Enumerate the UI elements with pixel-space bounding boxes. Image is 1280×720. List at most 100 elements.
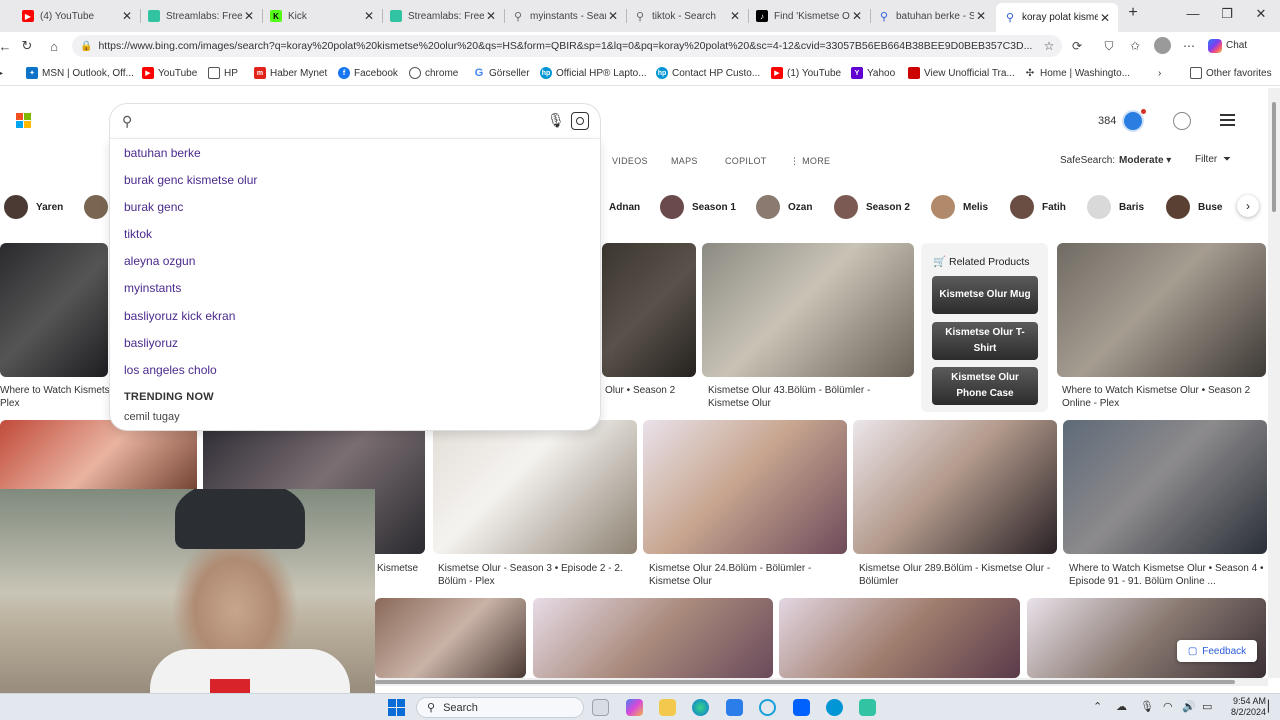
image-result[interactable] <box>375 598 526 678</box>
tab-batuhan-search[interactable]: ⚲ batuhan berke - Sea ✕ <box>870 4 994 28</box>
image-caption[interactable]: Kismetse Olur 43.Bölüm - Bölümler - Kisme… <box>708 384 870 410</box>
suggestion-item[interactable]: burak genc kismetse olur <box>124 173 257 187</box>
close-icon[interactable]: ✕ <box>850 9 864 23</box>
tab-tiktok[interactable]: ♪ Find 'Kismetse Olur ✕ <box>748 4 870 28</box>
close-icon[interactable]: ✕ <box>974 9 988 23</box>
chevron-right-icon[interactable]: › <box>1237 195 1259 217</box>
tab-streamlabs[interactable]: Streamlabs: Free Li ✕ <box>140 4 262 28</box>
minimize-icon[interactable]: — <box>1178 6 1208 21</box>
home-icon[interactable]: ⌂ <box>45 37 63 55</box>
image-caption[interactable]: Kismetse Olur 289.Bölüm - Kismetse Olur … <box>859 562 1050 588</box>
more-options-icon[interactable]: ⋯ <box>1180 37 1198 55</box>
image-caption[interactable]: Kismetse Olur - Season 3 • Episode 2 - 2… <box>438 562 623 588</box>
streamlabs-icon[interactable] <box>859 699 876 716</box>
microphone-icon[interactable]: 🎙 <box>547 112 565 129</box>
hp-icon[interactable] <box>826 699 843 716</box>
favorites-icon[interactable]: ✩ <box>1126 37 1144 55</box>
tab-streamlabs-2[interactable]: Streamlabs: Free Liv ✕ <box>382 4 504 28</box>
volume-icon[interactable]: 🔊 <box>1182 700 1196 713</box>
nav-more[interactable]: ⋮ MORE <box>790 156 830 167</box>
profile-avatar[interactable] <box>1154 37 1171 54</box>
feedback-button[interactable]: ▢ Feedback <box>1177 640 1257 662</box>
fav-chrome[interactable]: chrome <box>409 66 458 80</box>
image-result[interactable] <box>602 243 696 377</box>
tab-kick[interactable]: K Kick ✕ <box>262 4 382 28</box>
related-product-phone-case[interactable]: Kismetse Olur Phone Case <box>932 367 1038 405</box>
refresh-icon[interactable]: ↻ <box>18 37 36 55</box>
battery-icon[interactable]: ▭ <box>1202 700 1212 713</box>
edge-icon[interactable] <box>692 699 709 716</box>
suggestion-item[interactable]: los angeles cholo <box>124 363 217 377</box>
chip-season-2[interactable]: Season 2 <box>834 194 910 220</box>
chip-ozan[interactable]: Ozan <box>756 194 812 220</box>
suggestion-item[interactable]: burak genc <box>124 200 183 214</box>
close-icon[interactable]: ✕ <box>362 9 376 23</box>
image-result[interactable] <box>779 598 1020 678</box>
fav-mynet[interactable]: m Haber Mynet <box>254 66 327 80</box>
image-result[interactable] <box>853 420 1057 554</box>
chip-melis[interactable]: Melis <box>931 194 988 220</box>
fav-facebook[interactable]: f Facebook <box>338 66 398 80</box>
user-icon[interactable] <box>1173 112 1191 130</box>
image-result[interactable] <box>702 243 914 377</box>
copilot-taskbar-icon[interactable] <box>626 699 643 716</box>
close-icon[interactable]: ✕ <box>728 9 742 23</box>
nav-maps[interactable]: MAPS <box>671 156 698 166</box>
microphone-icon[interactable]: 🎙 <box>1140 700 1154 713</box>
visual-search-icon[interactable] <box>571 112 589 130</box>
suggestion-item[interactable]: myinstants <box>124 281 181 295</box>
image-caption[interactable]: Where to Watch Kismetse Olur • Season 2 O… <box>1062 384 1250 410</box>
extensions-icon[interactable]: ⟳ <box>1068 37 1086 55</box>
image-result[interactable] <box>0 420 197 500</box>
search-input[interactable] <box>146 112 526 132</box>
close-icon[interactable]: ✕ <box>120 9 134 23</box>
taskbar-search[interactable]: ⚲ Search <box>416 697 584 718</box>
image-caption[interactable]: Kismetse Olur 24.Bölüm - Bölümler - Kisme… <box>649 562 811 588</box>
chip-fatih[interactable]: Fatih <box>1010 194 1066 220</box>
fav-msn[interactable]: ✦ MSN | Outlook, Off... <box>26 66 134 80</box>
file-explorer-icon[interactable] <box>659 699 676 716</box>
new-tab-button[interactable]: + <box>1118 4 1148 22</box>
favorites-overflow[interactable]: ▸ <box>0 66 3 80</box>
tab-youtube[interactable]: ▶ (4) YouTube ✕ <box>14 4 140 28</box>
task-view-icon[interactable] <box>592 699 609 716</box>
image-result[interactable] <box>643 420 847 554</box>
fav-yahoo[interactable]: Y Yahoo <box>851 66 895 80</box>
browser-essentials-icon[interactable]: ⛉ <box>1100 37 1118 55</box>
close-icon[interactable]: ✕ <box>242 9 256 23</box>
notification-icon[interactable]: ▏ <box>1268 700 1276 713</box>
chevron-right-icon[interactable]: › <box>1158 66 1161 80</box>
chip-baris[interactable]: Baris <box>1087 194 1144 220</box>
suggestion-item[interactable]: aleyna ozgun <box>124 254 195 268</box>
suggestion-item[interactable]: basliyoruz <box>124 336 178 350</box>
other-favorites[interactable]: Other favorites <box>1190 66 1272 80</box>
chip-season-1[interactable]: Season 1 <box>660 194 736 220</box>
image-caption[interactable]: Olur • Season 2 <box>605 384 675 397</box>
image-result[interactable] <box>1057 243 1266 377</box>
nav-videos[interactable]: VIDEOS <box>612 156 648 166</box>
trending-item[interactable]: cemil tugay <box>124 411 180 423</box>
suggestion-item[interactable]: batuhan berke <box>124 146 201 160</box>
cloud-icon[interactable]: ☁ <box>1116 700 1127 713</box>
fav-hp-folder[interactable]: HP <box>208 66 238 80</box>
back-icon[interactable]: ← <box>0 37 14 55</box>
clock[interactable]: 9:54 AM 8/2/2024 <box>1226 696 1266 718</box>
suggestion-item[interactable]: tiktok <box>124 227 152 241</box>
wifi-icon[interactable]: ◠ <box>1163 700 1173 713</box>
fav-hp-laptops[interactable]: hp Official HP® Lapto... <box>540 66 647 80</box>
fav-washington[interactable]: ✣ Home | Washingto... <box>1024 66 1130 80</box>
chevron-up-icon[interactable]: ⌃ <box>1093 700 1102 713</box>
tab-myinstants-search[interactable]: ⚲ myinstants - Search ✕ <box>504 4 626 28</box>
store-icon[interactable] <box>726 699 743 716</box>
maximize-icon[interactable]: ❐ <box>1212 6 1242 22</box>
fav-gorseller[interactable]: G Görseller <box>473 66 530 80</box>
image-result[interactable] <box>0 243 108 377</box>
close-icon[interactable]: ✕ <box>606 9 620 23</box>
related-product-mug[interactable]: Kismetse Olur Mug <box>932 276 1038 314</box>
dropbox-icon[interactable] <box>793 699 810 716</box>
image-caption[interactable]: Where to Watch Kismetse Plex <box>0 384 115 410</box>
image-caption[interactable]: Kismetse <box>377 562 418 575</box>
chip-adnan[interactable]: Adnan <box>609 194 640 220</box>
vertical-scrollbar[interactable] <box>1268 88 1280 678</box>
close-window-icon[interactable]: ✕ <box>1246 6 1276 22</box>
